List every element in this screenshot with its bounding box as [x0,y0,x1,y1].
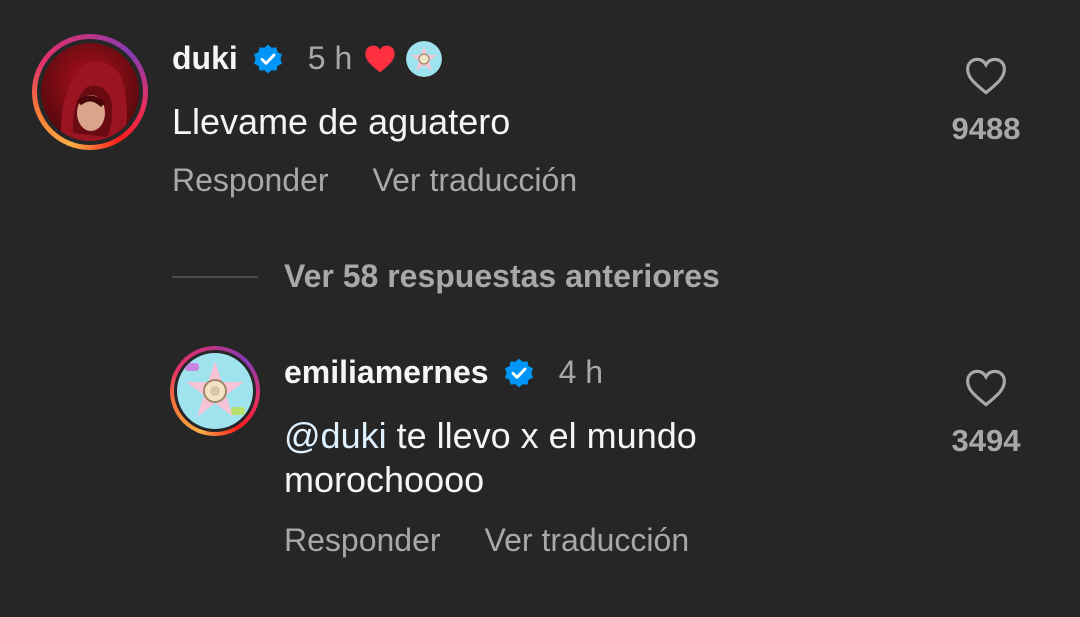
like-count: 9488 [951,111,1021,146]
timestamp: 5 h [307,40,353,76]
verified-badge-icon [503,357,535,389]
like-heart-icon[interactable] [965,368,1007,413]
like-heart-icon[interactable] [965,56,1007,101]
avatar-emiliamernes[interactable] [170,346,260,436]
translate-button[interactable]: Ver traducción [373,162,578,199]
like-count: 3494 [951,423,1021,458]
reply-button[interactable]: Responder [172,162,329,199]
reply-text: @duki te llevo x el mundo morochoooo [284,414,844,502]
comment-text: Llevame de aguatero [172,101,511,142]
creator-avatar-icon [406,40,443,77]
mention-link[interactable]: @duki [284,415,387,456]
reply-button[interactable]: Responder [284,522,441,559]
username[interactable]: emiliamernes [284,354,489,391]
verified-badge-icon [252,43,284,75]
translate-button[interactable]: Ver traducción [485,522,690,559]
view-replies-label[interactable]: Ver 58 respuestas anteriores [284,258,720,295]
avatar-duki[interactable] [32,34,148,150]
view-previous-replies[interactable]: Ver 58 respuestas anteriores [172,258,720,295]
username[interactable]: duki [172,40,238,77]
creator-heart-icon [364,44,396,74]
divider-line [172,275,258,278]
timestamp: 4 h [558,354,604,390]
